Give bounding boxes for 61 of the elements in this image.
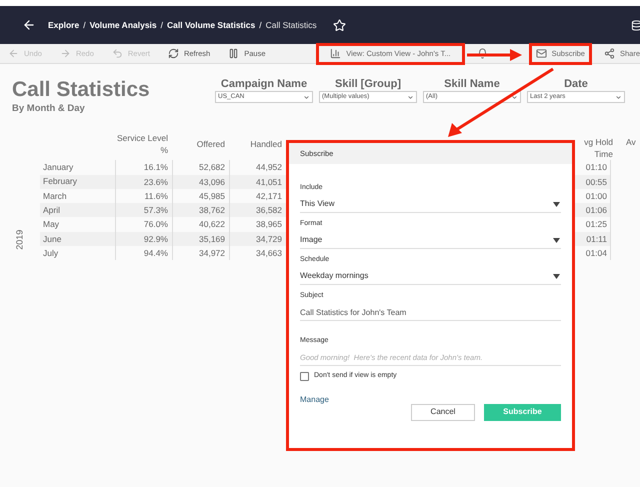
subject-field[interactable]: Call Statistics for John's Team: [300, 304, 561, 321]
dropdown-caret-icon: [407, 94, 414, 100]
table-cell: 35,169: [172, 232, 229, 246]
bell-icon: [476, 48, 488, 59]
back-icon[interactable]: [22, 18, 36, 32]
table-cell: 23.6%: [115, 174, 172, 189]
breadcrumb-link[interactable]: Volume Analysis: [90, 18, 157, 32]
breadcrumb-separator: /: [259, 18, 262, 32]
caret-down-icon: [553, 274, 560, 278]
caret-down-icon: [553, 202, 560, 206]
filter-title: Skill Name: [444, 78, 500, 91]
select-field[interactable]: This View: [300, 196, 561, 213]
column-header: vg Hold Time: [584, 137, 613, 159]
row-label: March: [42, 190, 68, 202]
year-label: 2019: [13, 230, 26, 250]
page-title: Call Statistics: [12, 78, 151, 102]
share-icon: [604, 48, 615, 59]
undo-icon: [8, 48, 19, 59]
column-header: Service Level %: [116, 132, 169, 156]
column-header: Av: [626, 136, 636, 149]
table-cell: 92.9%: [115, 232, 172, 246]
table-cell: 34,972: [172, 246, 229, 260]
row-label: June: [42, 232, 62, 246]
bar-chart-icon: [330, 48, 342, 59]
row-label: July: [42, 246, 60, 260]
redo-icon: [60, 48, 71, 59]
column-header: Offered: [196, 138, 226, 150]
checkbox[interactable]: [300, 372, 309, 381]
filter-title: Skill [Group]: [335, 78, 401, 91]
breadcrumb-separator: /: [83, 18, 86, 32]
column-header: Handled: [249, 138, 283, 150]
database-icon[interactable]: [631, 20, 640, 30]
filter-title: Campaign Name: [220, 78, 308, 91]
breadcrumb-link[interactable]: Call Statistics: [266, 18, 317, 32]
table-cell: 94.4%: [115, 246, 172, 260]
breadcrumb-separator: /: [160, 18, 164, 32]
row-label: May: [42, 218, 60, 231]
table-cell: 57.3%: [115, 203, 172, 218]
caret-down-icon: [553, 238, 560, 242]
pause-icon: [228, 48, 240, 59]
manage-link[interactable]: Manage: [300, 394, 329, 406]
select-field[interactable]: Image: [300, 232, 561, 249]
row-label: January: [42, 161, 74, 174]
page-subtitle: By Month & Day: [12, 102, 86, 116]
filter-title: Date: [564, 78, 588, 91]
table-cell: 38,762: [172, 203, 229, 218]
dropdown-caret-icon: [511, 94, 518, 100]
dropdown-caret-icon: [303, 94, 310, 100]
breadcrumb-link[interactable]: Call Volume Statistics: [167, 18, 256, 32]
annotation-arrow: [467, 49, 522, 61]
dropdown-caret-icon: [615, 94, 622, 100]
mail-icon: [536, 48, 547, 59]
row-label: April: [42, 204, 62, 217]
breadcrumb-link[interactable]: Explore: [48, 18, 80, 32]
star-icon[interactable]: [332, 18, 346, 32]
table-cell: 43,096: [172, 174, 229, 189]
select-field[interactable]: Weekday mornings: [300, 268, 561, 285]
refresh-icon: [168, 48, 179, 59]
revert-icon: [112, 48, 123, 59]
cancel-button[interactable]: Cancel: [411, 404, 475, 420]
row-label: February: [42, 175, 78, 188]
